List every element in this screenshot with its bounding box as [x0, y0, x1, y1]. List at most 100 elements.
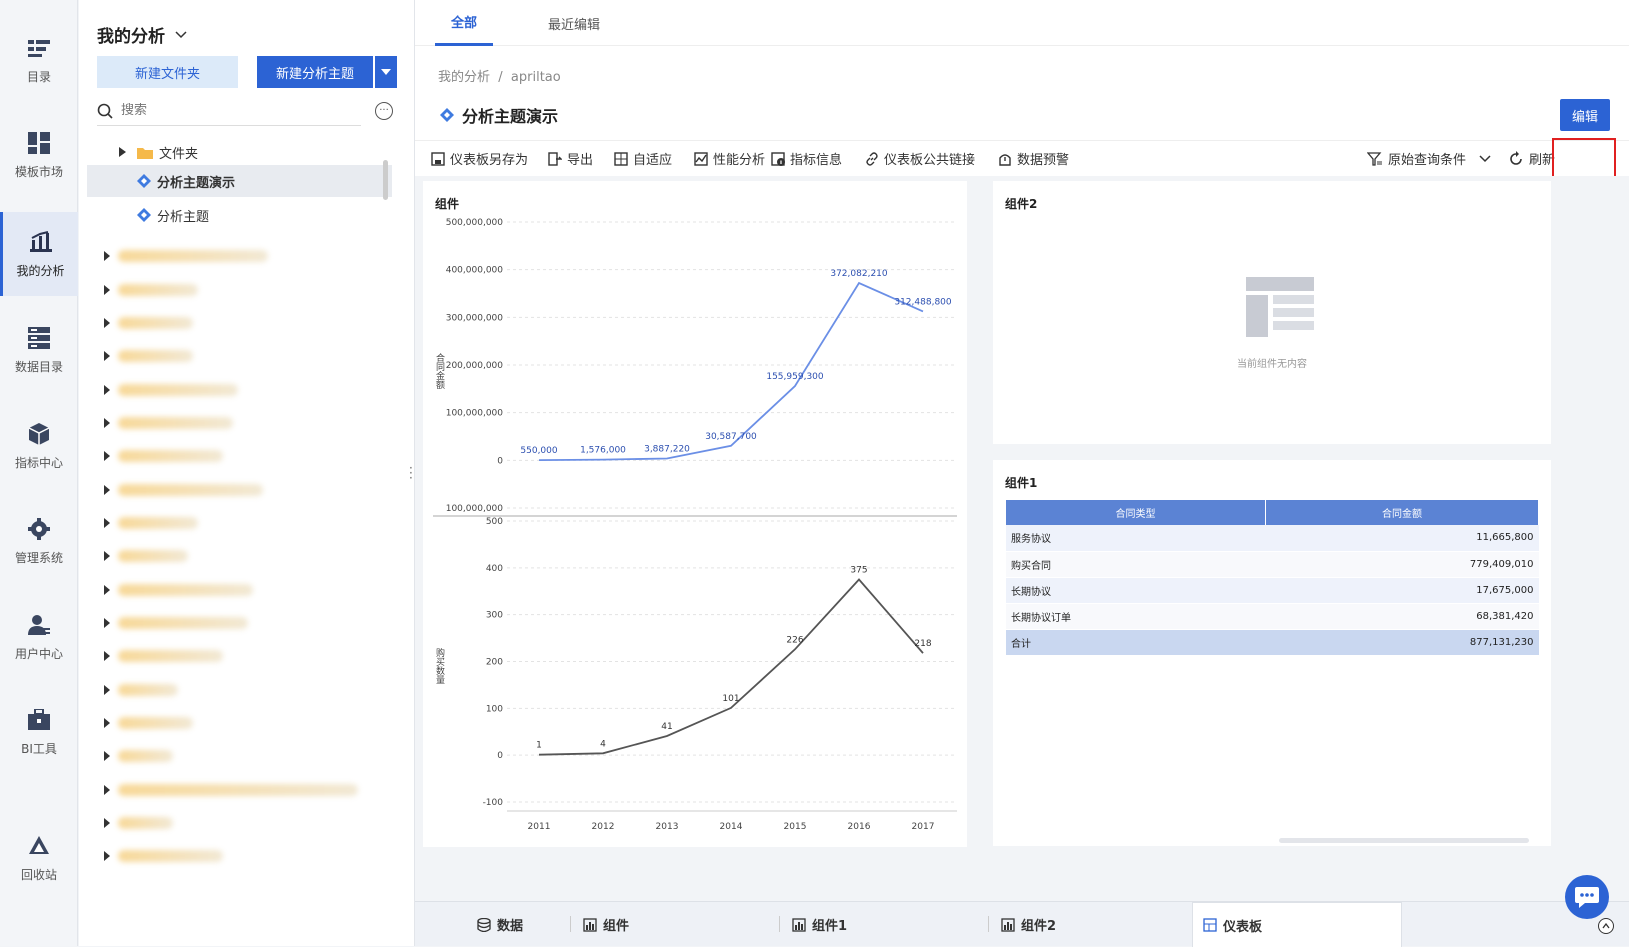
- nav-management[interactable]: 管理系统: [0, 501, 78, 581]
- tree-item-subject[interactable]: 分析主题: [87, 199, 392, 231]
- tree-item-blurred[interactable]: [104, 646, 223, 666]
- tree-item-blurred[interactable]: [104, 413, 233, 433]
- tree-item-blurred[interactable]: [104, 713, 193, 733]
- bottom-tab-component1[interactable]: 组件1: [782, 902, 857, 947]
- refresh-button[interactable]: 刷新: [1508, 149, 1555, 168]
- toolbar-label: 自适应: [633, 153, 673, 168]
- x-tick-label: 2017: [912, 822, 935, 832]
- tree-item-blurred[interactable]: [104, 613, 248, 633]
- bottom-tab-data[interactable]: 数据: [467, 902, 533, 947]
- data-label: 550,000: [520, 446, 557, 456]
- tree-item-blurred[interactable]: [104, 346, 193, 366]
- tree-item-blurred[interactable]: [104, 446, 223, 466]
- toolbar-label: 仪表板另存为: [450, 153, 529, 168]
- nav-label: BI工具: [21, 741, 57, 756]
- tab-bar: 全部 最近编辑: [415, 0, 1629, 46]
- tree-item-blurred[interactable]: [104, 480, 263, 500]
- public-link-button[interactable]: 仪表板公共链接: [865, 149, 975, 168]
- table-cell: 877,131,230: [1265, 629, 1539, 656]
- nav-my-analysis[interactable]: 我的分析: [0, 212, 78, 296]
- tree-item-blurred[interactable]: [104, 513, 198, 533]
- y-tick-label: 400,000,000: [446, 266, 504, 276]
- y-axis-label: 购买数量: [434, 647, 445, 684]
- bottom-tab-label: 组件: [603, 919, 630, 934]
- bottom-tab-dashboard[interactable]: 仪表板: [1192, 902, 1402, 947]
- edit-button[interactable]: 编辑: [1560, 99, 1610, 131]
- more-options-icon[interactable]: ···: [375, 102, 393, 120]
- subject-icon: [137, 208, 151, 222]
- tree-title[interactable]: 我的分析: [97, 22, 187, 47]
- query-conditions-dropdown[interactable]: 原始查询条件: [1367, 149, 1491, 168]
- bottom-tab-component2[interactable]: 组件2: [991, 902, 1066, 947]
- nav-data-catalog[interactable]: 数据目录: [0, 310, 78, 390]
- expand-arrow-icon: [104, 418, 110, 428]
- save-as-button[interactable]: 仪表板另存为: [431, 149, 528, 168]
- y-tick-label: 300: [486, 611, 503, 621]
- table-header[interactable]: 合同金额: [1265, 500, 1539, 525]
- nav-recycle-bin[interactable]: 回收站: [0, 818, 78, 898]
- tab-all[interactable]: 全部: [435, 0, 494, 46]
- y-tick-label: 0: [497, 751, 503, 761]
- performance-button[interactable]: 性能分析: [694, 149, 765, 168]
- folder-blurred: [118, 850, 223, 862]
- chart-panel[interactable]: 组件 500,000,000 400,000,000 300,000,000 200,…: [423, 181, 967, 847]
- tree-item-blurred[interactable]: [104, 680, 178, 700]
- table-total-row: 合计 877,131,230: [1006, 629, 1539, 656]
- tree-item-blurred[interactable]: [104, 780, 358, 800]
- table-row: 服务协议 11,665,800: [1006, 525, 1539, 552]
- tree-item-blurred[interactable]: [104, 813, 173, 833]
- data-alert-button[interactable]: 数据预警: [998, 149, 1069, 168]
- nav-catalog[interactable]: 目录: [0, 20, 78, 100]
- nav-label: 模板市场: [14, 164, 63, 179]
- export-icon: [548, 151, 562, 166]
- new-subject-button[interactable]: 新建分析主题: [257, 56, 373, 88]
- adaptive-button[interactable]: 自适应: [614, 149, 672, 168]
- bottom-tab-label: 组件1: [812, 919, 848, 934]
- expand-arrow-icon: [104, 551, 110, 561]
- nav-template-market[interactable]: 模板市场: [0, 115, 78, 195]
- tab-recent[interactable]: 最近编辑: [532, 0, 616, 46]
- tree-item-blurred[interactable]: [104, 846, 223, 866]
- chat-assistant-button[interactable]: [1565, 875, 1609, 919]
- tree-item-blurred[interactable]: [104, 246, 268, 266]
- tree-item-blurred[interactable]: [104, 380, 238, 400]
- new-subject-dropdown[interactable]: [375, 56, 397, 88]
- y-tick-label: 200,000,000: [446, 361, 504, 371]
- tree-item-folder[interactable]: 文件夹: [87, 136, 392, 168]
- tree-item-blurred[interactable]: [104, 746, 173, 766]
- refresh-icon: [1510, 150, 1522, 165]
- tree-item-blurred[interactable]: [104, 546, 188, 566]
- tree-scrollbar[interactable]: [383, 160, 388, 200]
- main-area: 全部 最近编辑 我的分析 / apriltao 分析主题演示 编辑 仪表板另存为…: [415, 0, 1629, 947]
- nav-metric-center[interactable]: 指标中心: [0, 406, 78, 486]
- export-button[interactable]: 导出: [548, 149, 593, 168]
- folder-icon: [137, 147, 153, 159]
- y-tick-label: -100: [483, 798, 504, 808]
- expand-arrow-icon: [104, 851, 110, 861]
- tree-item-blurred[interactable]: [104, 280, 198, 300]
- nav-label: 指标中心: [14, 455, 63, 470]
- nav-label: 管理系统: [14, 550, 63, 565]
- dashboard-icon: [1203, 918, 1217, 932]
- metric-info-button[interactable]: 指标信息: [771, 149, 842, 168]
- empty-panel[interactable]: 组件2 当前组件无内容: [993, 181, 1551, 444]
- search-input[interactable]: [121, 103, 321, 118]
- adaptive-icon: [614, 151, 628, 166]
- folder-blurred: [118, 284, 198, 296]
- nav-user-center[interactable]: 用户中心: [0, 597, 78, 677]
- table-panel[interactable]: 组件1 合同类型 合同金额 服务协议 11,665,800 购买合同 779,409…: [993, 460, 1551, 846]
- table-header[interactable]: 合同类型: [1006, 500, 1267, 525]
- expand-arrow-icon: [104, 718, 110, 728]
- bottom-tab-bar: 数据 组件 组件1 组件2 仪表板: [415, 901, 1629, 947]
- nav-bi-tools[interactable]: BI工具: [0, 692, 78, 772]
- tree-item-blurred[interactable]: [104, 580, 253, 600]
- new-folder-button[interactable]: 新建文件夹: [97, 56, 238, 88]
- scroll-up-icon[interactable]: [1598, 918, 1614, 934]
- tree-item-blurred[interactable]: [104, 313, 193, 333]
- resize-handle[interactable]: · · ·: [409, 462, 413, 484]
- bottom-tab-component[interactable]: 组件: [573, 902, 639, 947]
- caret-down-icon: [381, 69, 391, 75]
- y-tick-label: 200: [486, 658, 503, 668]
- horizontal-scrollbar[interactable]: [1279, 838, 1529, 843]
- tree-item-subject-demo[interactable]: 分析主题演示: [87, 165, 392, 197]
